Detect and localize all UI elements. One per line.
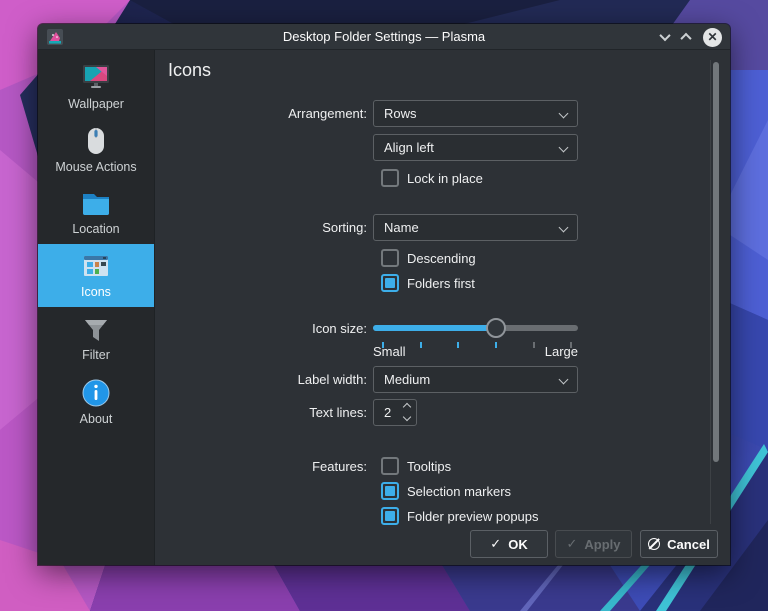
sorting-label: Sorting:: [155, 220, 367, 235]
check-icon: ✓: [490, 536, 501, 552]
chevron-down-icon: [559, 143, 569, 153]
cancel-slash-icon: [648, 538, 660, 550]
lock-in-place-label[interactable]: Lock in place: [407, 171, 483, 186]
sidebar-item-wallpaper[interactable]: Wallpaper: [38, 55, 154, 118]
scrollbar-track[interactable]: [710, 60, 711, 524]
sidebar-item-location[interactable]: Location: [38, 181, 154, 244]
features-label: Features:: [155, 459, 367, 474]
ok-button-label: OK: [508, 537, 528, 552]
text-lines-value: 2: [384, 405, 391, 420]
icon-size-slider-fill: [373, 325, 496, 331]
desktop: Desktop Folder Settings — Plasma ✕ Wallp…: [0, 0, 768, 611]
sorting-value: Name: [384, 220, 419, 235]
info-icon: [81, 378, 111, 408]
text-lines-label: Text lines:: [155, 405, 367, 420]
folders-first-label[interactable]: Folders first: [407, 276, 475, 291]
folders-first-checkbox[interactable]: [381, 274, 399, 292]
sidebar-item-mouse-actions[interactable]: Mouse Actions: [38, 118, 154, 181]
spin-up-icon[interactable]: [403, 403, 411, 411]
settings-window: Desktop Folder Settings — Plasma ✕ Wallp…: [38, 24, 730, 565]
sidebar-item-label: Location: [72, 222, 119, 236]
page-title: Icons: [168, 60, 211, 81]
alignment-dropdown[interactable]: Align left: [373, 134, 578, 161]
descending-checkbox[interactable]: [381, 249, 399, 267]
apply-button[interactable]: ✓ Apply: [555, 530, 632, 558]
chevron-up-icon[interactable]: [680, 33, 691, 44]
chevron-down-icon: [559, 223, 569, 233]
icon-size-slider[interactable]: [373, 318, 578, 338]
selection-markers-checkbox[interactable]: [381, 482, 399, 500]
chevron-down-icon[interactable]: [659, 30, 670, 41]
sidebar-item-label: Icons: [81, 285, 111, 299]
arrangement-value: Rows: [384, 106, 417, 121]
tooltips-checkbox[interactable]: [381, 457, 399, 475]
check-icon: ✓: [566, 536, 577, 552]
app-icon: [47, 29, 63, 45]
sidebar-item-label: Mouse Actions: [55, 160, 136, 174]
icon-size-slider-handle[interactable]: [486, 318, 506, 338]
sidebar-item-about[interactable]: About: [38, 370, 154, 433]
sidebar: Wallpaper Mouse Actions Location: [38, 50, 155, 565]
apply-button-label: Apply: [584, 537, 620, 552]
sidebar-item-label: Wallpaper: [68, 97, 124, 111]
folder-preview-popups-checkbox[interactable]: [381, 507, 399, 525]
sidebar-item-icons[interactable]: Icons: [38, 244, 154, 307]
close-icon[interactable]: ✕: [703, 28, 722, 47]
sidebar-item-label: About: [80, 412, 113, 426]
selection-markers-label[interactable]: Selection markers: [407, 484, 511, 499]
cancel-button-label: Cancel: [667, 537, 710, 552]
window-title: Desktop Folder Settings — Plasma: [38, 29, 730, 44]
label-width-label: Label width:: [155, 372, 367, 387]
mouse-icon: [80, 126, 112, 156]
icons-view-icon: [80, 253, 112, 281]
cancel-button[interactable]: Cancel: [640, 530, 718, 558]
text-lines-spinbox[interactable]: 2: [373, 399, 417, 426]
sidebar-item-filter[interactable]: Filter: [38, 307, 154, 370]
label-width-dropdown[interactable]: Medium: [373, 366, 578, 393]
ok-button[interactable]: ✓ OK: [470, 530, 548, 558]
lock-in-place-checkbox[interactable]: [381, 169, 399, 187]
scrollbar-thumb[interactable]: [713, 62, 719, 462]
filter-funnel-icon: [81, 316, 111, 344]
chevron-down-icon: [559, 375, 569, 385]
arrangement-label: Arrangement:: [155, 106, 367, 121]
wallpaper-monitor-icon: [80, 63, 112, 93]
tooltips-label[interactable]: Tooltips: [407, 459, 451, 474]
sidebar-item-label: Filter: [82, 348, 110, 362]
descending-label[interactable]: Descending: [407, 251, 476, 266]
arrangement-dropdown[interactable]: Rows: [373, 100, 578, 127]
chevron-down-icon: [559, 109, 569, 119]
sorting-dropdown[interactable]: Name: [373, 214, 578, 241]
folder-preview-popups-label[interactable]: Folder preview popups: [407, 509, 539, 524]
folder-icon: [80, 190, 112, 218]
slider-min-label: Small: [373, 344, 406, 359]
label-width-value: Medium: [384, 372, 430, 387]
slider-max-label: Large: [545, 344, 578, 359]
settings-page-icons: Icons Arrangement: Rows Align left: [155, 50, 730, 565]
titlebar[interactable]: Desktop Folder Settings — Plasma ✕: [38, 24, 730, 50]
icon-size-label: Icon size:: [155, 321, 367, 336]
spin-down-icon[interactable]: [403, 413, 411, 421]
alignment-value: Align left: [384, 140, 434, 155]
